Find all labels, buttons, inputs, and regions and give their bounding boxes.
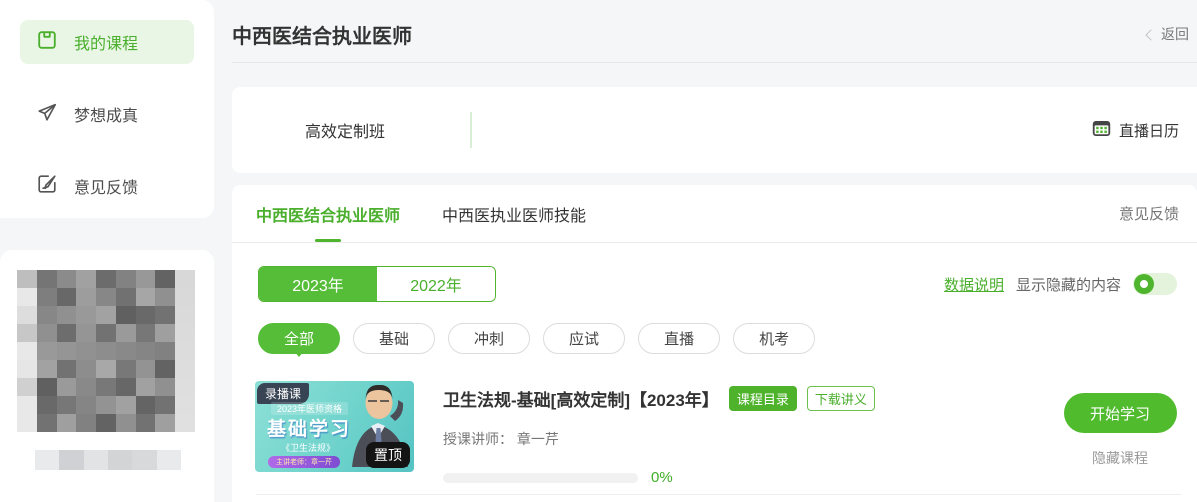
sidebar-item-feedback[interactable]: 意见反馈 <box>20 164 194 208</box>
qr-code-pixelated-image <box>17 270 195 432</box>
calendar-icon <box>1092 120 1111 141</box>
show-hidden-label: 显示隐藏的内容 <box>1016 274 1121 295</box>
progress-percent: 0% <box>651 469 673 486</box>
filter-pill-all[interactable]: 全部 <box>258 323 340 354</box>
course-catalog-badge[interactable]: 课程目录 <box>729 386 797 411</box>
next-row-divider <box>256 494 1181 495</box>
page-title: 中西医结合执业医师 <box>232 20 412 49</box>
thumbnail-teacher-pill: 主讲老师：章一芹 <box>268 456 340 468</box>
class-card-divider <box>470 112 472 148</box>
filter-pill-computer[interactable]: 机考 <box>733 323 815 354</box>
sidebar-item-label: 我的课程 <box>74 30 138 54</box>
start-learning-button[interactable]: 开始学习 <box>1064 393 1177 433</box>
back-button[interactable]: 返回 <box>1147 24 1189 44</box>
class-name[interactable]: 高效定制班 <box>305 118 385 142</box>
progress-bar <box>443 473 638 483</box>
sidebar: 我的课程 梦想成真 意见反馈 <box>0 0 214 218</box>
header-divider <box>232 62 1197 63</box>
back-label: 返回 <box>1161 24 1189 44</box>
year-tab-2023[interactable]: 2023年 <box>259 267 377 301</box>
hide-course-link[interactable]: 隐藏课程 <box>1092 448 1148 468</box>
course-info: 卫生法规-基础[高效定制]【2023年】 课程目录 下载讲义 授课讲师： 章一芹… <box>414 381 1055 486</box>
sidebar-item-label: 梦想成真 <box>74 102 138 126</box>
sidebar-item-label: 意见反馈 <box>74 174 138 198</box>
sidebar-item-my-courses[interactable]: 我的课程 <box>20 20 194 64</box>
filter-pill-exam[interactable]: 应试 <box>543 323 625 354</box>
filter-pill-sprint[interactable]: 冲刺 <box>448 323 530 354</box>
live-calendar-button[interactable]: 直播日历 <box>1092 120 1179 141</box>
course-row: 录播课 2023年医师资格 基础学习 《卫生法规》 主讲老师：章一芹 置顶 卫生… <box>255 381 1185 486</box>
course-thumbnail[interactable]: 录播课 2023年医师资格 基础学习 《卫生法规》 主讲老师：章一芹 置顶 <box>255 381 414 472</box>
paper-plane-icon <box>36 101 58 128</box>
chevron-left-icon <box>1145 29 1156 40</box>
year-toggle: 2023年 2022年 <box>258 266 496 302</box>
controls-row: 2023年 2022年 数据说明 显示隐藏的内容 <box>258 266 1177 302</box>
download-notes-badge[interactable]: 下载讲义 <box>807 386 875 411</box>
data-note-link[interactable]: 数据说明 <box>944 274 1004 295</box>
filter-pill-live[interactable]: 直播 <box>638 323 720 354</box>
main-content-card: 中西医结合执业医师 中西医执业医师技能 意见反馈 2023年 2022年 数据说… <box>232 185 1197 502</box>
progress-row: 0% <box>443 469 1055 486</box>
toggle-knob <box>1134 274 1154 294</box>
year-tab-2022[interactable]: 2022年 <box>377 267 495 301</box>
tab-label: 中西医结合执业医师 <box>256 202 400 226</box>
class-banner-card: 高效定制班 直播日历 <box>232 87 1197 173</box>
feedback-edit-icon <box>36 173 58 200</box>
live-calendar-label: 直播日历 <box>1119 120 1179 141</box>
course-actions: 开始学习 隐藏课程 <box>1055 381 1185 486</box>
tabs-row: 中西医结合执业医师 中西医执业医师技能 意见反馈 <box>232 185 1197 243</box>
tab-integrated-physician[interactable]: 中西医结合执业医师 <box>256 185 400 242</box>
tab-physician-skills[interactable]: 中西医执业医师技能 <box>442 185 586 242</box>
courses-icon <box>36 29 58 56</box>
sidebar-item-dreams[interactable]: 梦想成真 <box>20 92 194 136</box>
feedback-link[interactable]: 意见反馈 <box>1119 203 1179 224</box>
recorded-course-badge: 录播课 <box>257 383 309 404</box>
filter-pills-row: 全部 基础 冲刺 应试 直播 机考 <box>258 323 1177 354</box>
qr-caption-pixelated <box>35 450 181 470</box>
show-hidden-toggle[interactable] <box>1133 273 1177 295</box>
thumbnail-title: 基础学习 <box>267 414 351 441</box>
filter-pill-basic[interactable]: 基础 <box>353 323 435 354</box>
pinned-badge: 置顶 <box>366 442 410 468</box>
tab-label: 中西医执业医师技能 <box>442 202 586 226</box>
qr-code-card <box>0 250 214 502</box>
instructor-line: 授课讲师： 章一芹 <box>443 429 1055 449</box>
course-title[interactable]: 卫生法规-基础[高效定制]【2023年】 <box>443 386 719 411</box>
thumbnail-subject: 《卫生法规》 <box>281 441 335 454</box>
